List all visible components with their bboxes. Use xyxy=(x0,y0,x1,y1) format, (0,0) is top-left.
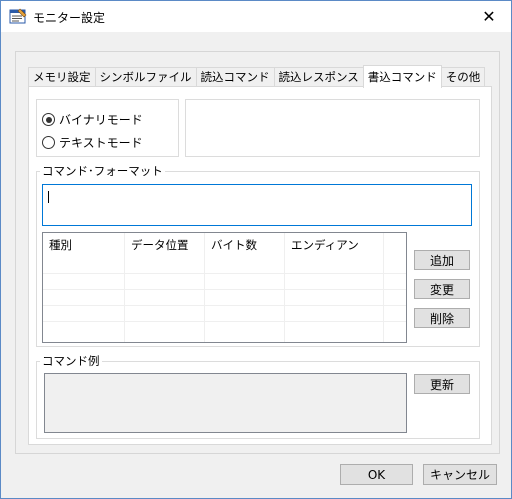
list-grid-line xyxy=(43,305,406,321)
tab-read-response[interactable]: 読込レスポンス xyxy=(273,67,364,87)
window-title: モニター設定 xyxy=(33,11,106,25)
command-example-label: コマンド例 xyxy=(40,353,102,369)
tab-other[interactable]: その他 xyxy=(440,67,486,87)
info-box xyxy=(185,99,480,157)
text-caret xyxy=(48,191,49,203)
close-icon: ✕ xyxy=(482,7,496,26)
list-grid-line xyxy=(43,289,406,305)
command-example-output xyxy=(44,373,407,433)
tab-read-command[interactable]: 読込コマンド xyxy=(195,67,275,87)
column-header-endian[interactable]: エンディアン xyxy=(285,233,384,257)
field-list-view[interactable]: 種別 データ位置 バイト数 エンディアン xyxy=(42,232,407,343)
list-grid-line xyxy=(43,273,406,289)
column-header-type[interactable]: 種別 xyxy=(43,233,125,257)
cancel-button[interactable]: キャンセル xyxy=(423,464,497,485)
list-column-line xyxy=(383,233,384,342)
list-header: 種別 データ位置 バイト数 エンディアン xyxy=(43,233,384,257)
close-button[interactable]: ✕ xyxy=(467,1,511,32)
tab-memory-settings[interactable]: メモリ設定 xyxy=(28,67,96,87)
radio-label: テキストモード xyxy=(59,136,143,150)
radio-binary-mode[interactable]: バイナリモード xyxy=(42,111,143,128)
column-header-byte-count[interactable]: バイト数 xyxy=(205,233,285,257)
tab-strip: メモリ設定 シンボルファイル 読込コマンド 読込レスポンス 書込コマンド その他 xyxy=(28,65,486,88)
radio-button-checked[interactable] xyxy=(42,113,55,126)
tab-label: 書込コマンド xyxy=(367,70,437,84)
column-header-data-position[interactable]: データ位置 xyxy=(125,233,205,257)
update-button[interactable]: 更新 xyxy=(414,374,470,394)
list-column-line xyxy=(204,233,205,342)
ok-button[interactable]: OK xyxy=(340,464,413,485)
command-format-label: コマンド･フォーマット xyxy=(40,163,165,179)
app-icon xyxy=(9,8,27,24)
radio-button[interactable] xyxy=(42,136,55,149)
dialog-window: モニター設定 ✕ メモリ設定 シンボルファイル 読込コマンド 読込レスポンス 書… xyxy=(0,0,512,499)
tab-symbol-file[interactable]: シンボルファイル xyxy=(94,67,197,87)
list-column-line xyxy=(124,233,125,342)
tab-write-command[interactable]: 書込コマンド xyxy=(362,65,442,88)
radio-label: バイナリモード xyxy=(59,113,143,127)
tab-label: メモリ設定 xyxy=(33,70,91,84)
list-grid-line xyxy=(43,321,406,337)
title-bar: モニター設定 ✕ xyxy=(1,1,511,32)
change-button[interactable]: 変更 xyxy=(414,279,470,299)
add-button[interactable]: 追加 xyxy=(414,250,470,270)
radio-text-mode[interactable]: テキストモード xyxy=(42,134,143,151)
delete-button[interactable]: 削除 xyxy=(414,308,470,328)
tab-label: 読込コマンド xyxy=(200,70,270,84)
command-format-input[interactable] xyxy=(42,184,472,226)
tab-label: シンボルファイル xyxy=(99,70,192,84)
list-column-line xyxy=(284,233,285,342)
tab-label: その他 xyxy=(445,70,481,84)
tab-label: 読込レスポンス xyxy=(278,70,359,84)
